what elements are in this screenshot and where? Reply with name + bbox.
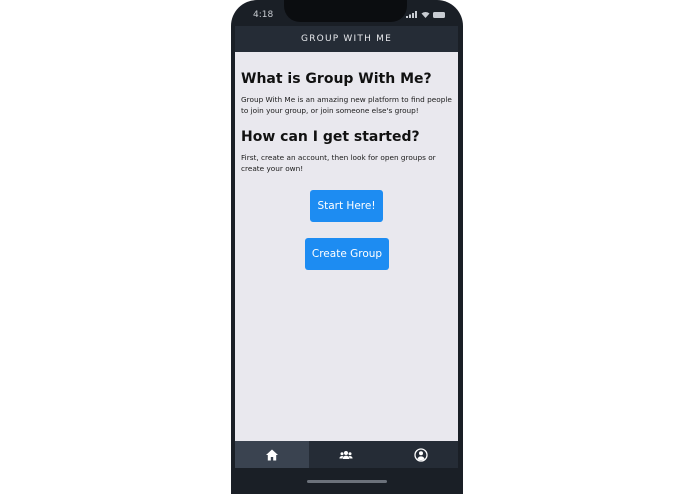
signal-icon bbox=[406, 11, 417, 18]
notch bbox=[284, 0, 407, 22]
start-here-button[interactable]: Start Here! bbox=[310, 190, 383, 222]
tab-bar bbox=[235, 441, 458, 468]
heading-what-is: What is Group With Me? bbox=[241, 71, 432, 87]
nav-bar: GROUP WITH ME bbox=[235, 26, 458, 52]
battery-icon bbox=[433, 11, 445, 18]
home-indicator bbox=[307, 480, 387, 483]
profile-icon bbox=[414, 447, 428, 462]
paragraph-how-to-start: First, create an account, then look for … bbox=[241, 153, 436, 173]
tab-home[interactable] bbox=[235, 441, 310, 468]
main-content: What is Group With Me? Group With Me is … bbox=[235, 52, 458, 441]
stage: 4:18 GROUP WITH ME What is Group With Me… bbox=[0, 0, 695, 494]
group-icon bbox=[339, 450, 354, 459]
page-title: GROUP WITH ME bbox=[301, 34, 392, 44]
status-time: 4:18 bbox=[253, 10, 274, 20]
home-icon bbox=[266, 449, 279, 460]
wifi-icon bbox=[421, 11, 430, 18]
heading-how-to-start: How can I get started? bbox=[241, 129, 420, 145]
phone-frame: 4:18 GROUP WITH ME What is Group With Me… bbox=[231, 0, 463, 494]
create-group-button[interactable]: Create Group bbox=[305, 238, 389, 270]
tab-groups[interactable] bbox=[309, 441, 383, 468]
status-icons bbox=[406, 11, 445, 18]
tab-profile[interactable] bbox=[384, 441, 458, 468]
paragraph-what-is: Group With Me is an amazing new platform… bbox=[241, 95, 452, 115]
